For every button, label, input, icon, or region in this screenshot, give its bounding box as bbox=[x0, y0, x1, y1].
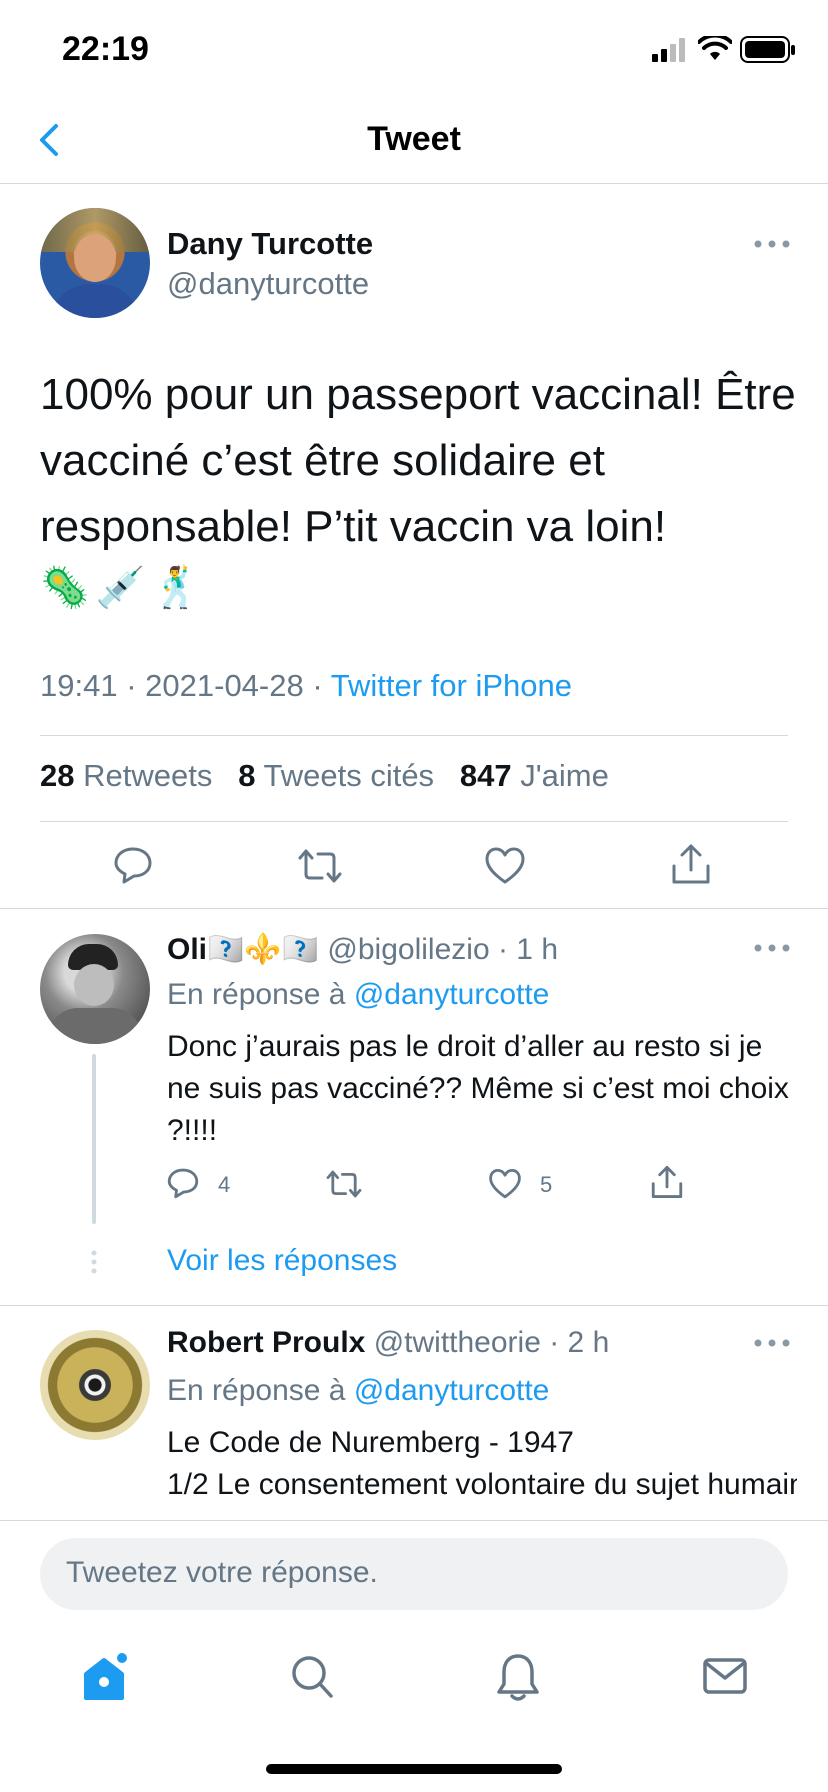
status-time: 22:19 bbox=[62, 30, 149, 68]
reply-icon[interactable] bbox=[166, 1166, 200, 1200]
battery-icon bbox=[740, 36, 795, 63]
divider bbox=[0, 908, 828, 909]
tweet-date: 2021-04-28 bbox=[145, 668, 304, 703]
share-icon[interactable] bbox=[650, 1164, 684, 1200]
tweet-text: 100% pour un passeport vaccinal! Être va… bbox=[40, 370, 796, 551]
author-handle[interactable]: @danyturcotte bbox=[167, 266, 369, 302]
reply-time: · 1 h bbox=[497, 933, 558, 966]
cellular-signal-icon bbox=[652, 38, 685, 62]
navigation-bar: Tweet bbox=[0, 100, 828, 184]
reply-text: Donc j’aurais pas le droit d’aller au re… bbox=[167, 1030, 789, 1147]
reply-context: En réponse à @danyturcotte bbox=[167, 978, 550, 1011]
reply-author-name[interactable]: Robert Proulx bbox=[167, 1326, 365, 1359]
retweet-icon[interactable] bbox=[298, 846, 342, 886]
reply-avatar[interactable] bbox=[40, 934, 150, 1044]
tweet-source[interactable]: Twitter for iPhone bbox=[331, 668, 572, 703]
reply-time: · 2 h bbox=[549, 1326, 610, 1359]
reply-author-name[interactable]: Oli🇶🇨⚜️🇶🇨 bbox=[167, 933, 319, 966]
tab-bar bbox=[0, 1630, 828, 1740]
retweet-icon[interactable] bbox=[326, 1168, 362, 1200]
quotes-stat[interactable]: 8 Tweets cités bbox=[238, 758, 434, 793]
reply-context: En réponse à @danyturcotte bbox=[167, 1374, 550, 1407]
divider bbox=[40, 821, 788, 822]
reply-to-handle[interactable]: @danyturcotte bbox=[354, 978, 550, 1011]
meta-separator: · bbox=[312, 668, 323, 703]
author-name[interactable]: Dany Turcotte bbox=[167, 226, 373, 262]
more-options-icon[interactable] bbox=[752, 942, 792, 954]
reply-text-line: Le Code de Nuremberg - 1947 bbox=[167, 1426, 574, 1459]
tweet-meta: 19:41 · 2021-04-28 · Twitter for iPhone bbox=[40, 668, 572, 704]
page-title: Tweet bbox=[367, 120, 461, 158]
likes-stat[interactable]: 847 J'aime bbox=[460, 758, 609, 793]
like-heart-icon[interactable] bbox=[484, 846, 526, 886]
reply-text-line: 1/2 Le consentement volontaire du sujet … bbox=[167, 1468, 797, 1501]
thread-dots-icon bbox=[91, 1250, 97, 1274]
more-options-icon[interactable] bbox=[752, 1337, 792, 1349]
tweet-stats: 28 Retweets 8 Tweets cités 847 J'aime bbox=[40, 758, 609, 794]
reply-author-handle[interactable]: @twittheorie bbox=[374, 1326, 541, 1359]
notifications-icon[interactable] bbox=[496, 1652, 540, 1702]
composer-placeholder: Tweetez votre réponse. bbox=[66, 1556, 378, 1589]
reply-header: Robert Proulx @twittheorie · 2 h bbox=[167, 1326, 609, 1360]
tweet-emojis: 🦠💉🕺 bbox=[40, 566, 208, 610]
reply-icon[interactable] bbox=[112, 844, 154, 886]
messages-icon[interactable] bbox=[702, 1656, 748, 1696]
reply-avatar[interactable] bbox=[40, 1330, 150, 1440]
reply-count: 4 bbox=[218, 1172, 231, 1197]
share-icon[interactable] bbox=[670, 842, 712, 886]
divider bbox=[0, 1305, 828, 1306]
like-count: 5 bbox=[540, 1172, 553, 1197]
author-avatar[interactable] bbox=[40, 208, 150, 318]
divider bbox=[40, 735, 788, 736]
more-options-icon[interactable] bbox=[752, 238, 792, 250]
search-icon[interactable] bbox=[290, 1654, 334, 1700]
thread-line bbox=[92, 1054, 96, 1224]
wifi-icon bbox=[698, 36, 732, 60]
retweets-stat[interactable]: 28 Retweets bbox=[40, 758, 212, 793]
home-icon[interactable] bbox=[82, 1652, 130, 1704]
meta-separator: · bbox=[126, 668, 137, 703]
reply-composer[interactable]: Tweetez votre réponse. bbox=[40, 1538, 788, 1610]
like-heart-icon[interactable] bbox=[488, 1168, 522, 1200]
status-bar: 22:19 bbox=[0, 0, 828, 100]
home-indicator[interactable] bbox=[266, 1764, 562, 1774]
view-replies-link[interactable]: Voir les réponses bbox=[167, 1244, 397, 1278]
reply-to-handle[interactable]: @danyturcotte bbox=[354, 1374, 550, 1407]
reply-header: Oli🇶🇨⚜️🇶🇨 @bigolilezio · 1 h bbox=[167, 932, 558, 967]
reply-author-handle[interactable]: @bigolilezio bbox=[327, 933, 489, 966]
tweet-time: 19:41 bbox=[40, 668, 118, 703]
